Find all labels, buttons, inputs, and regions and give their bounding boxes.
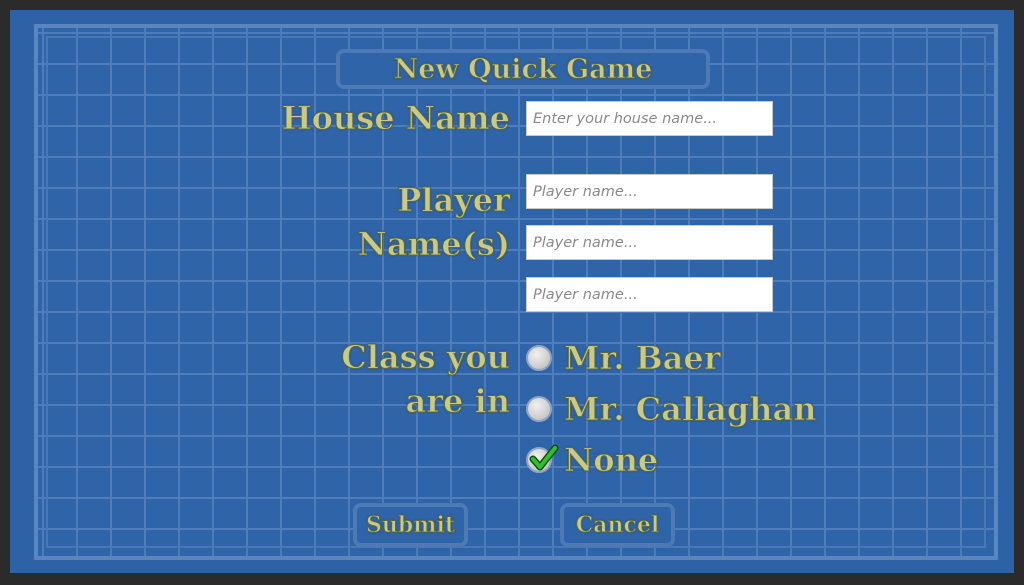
class-option-callaghan[interactable]: Mr. Callaghan: [526, 389, 817, 429]
class-label-line1: Class you: [341, 338, 511, 377]
house-name-input[interactable]: [526, 101, 773, 136]
checkmark-icon: [529, 444, 559, 471]
submit-button[interactable]: Submit: [353, 503, 468, 547]
grid-inner-border: [46, 36, 986, 548]
radio-button-selected[interactable]: [526, 444, 559, 473]
player-names-label-line1: Player: [397, 181, 511, 220]
dialog-title: New Quick Game: [336, 49, 710, 89]
player-name-input-1[interactable]: [526, 174, 773, 209]
class-option-baer[interactable]: Mr. Baer: [526, 338, 721, 378]
player-names-label: Player Name(s): [200, 178, 511, 266]
class-option-none[interactable]: None: [526, 440, 659, 480]
radio-button[interactable]: [526, 345, 552, 371]
game-window: New Quick Game House Name Player Name(s)…: [10, 10, 1014, 573]
class-option-label: Mr. Baer: [564, 339, 722, 378]
player-name-input-2[interactable]: [526, 225, 773, 260]
player-name-input-3[interactable]: [526, 277, 773, 312]
player-names-label-line2: Name(s): [357, 225, 511, 264]
class-option-label: Mr. Callaghan: [564, 390, 818, 429]
class-option-label: None: [563, 441, 659, 480]
cancel-button[interactable]: Cancel: [560, 503, 675, 547]
radio-button[interactable]: [526, 396, 552, 422]
class-label: Class you are in: [200, 335, 511, 423]
blueprint-grid-background: [34, 24, 998, 560]
house-name-label: House Name: [281, 99, 511, 138]
class-label-line2: are in: [405, 382, 511, 421]
